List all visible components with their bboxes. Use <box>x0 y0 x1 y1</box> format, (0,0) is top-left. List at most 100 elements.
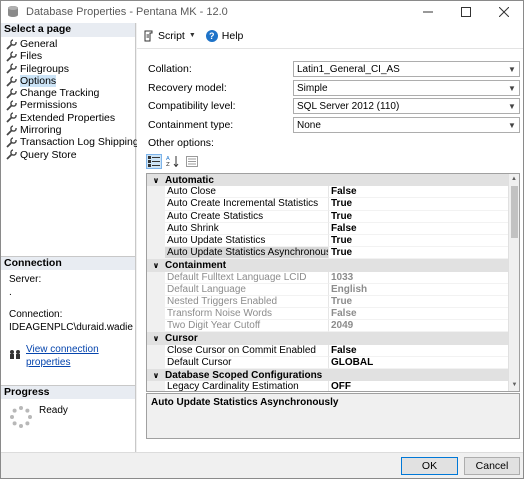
property-name: Auto Create Statistics <box>165 210 329 223</box>
ok-button[interactable]: OK <box>401 457 458 475</box>
page-item-general[interactable]: General <box>6 38 135 50</box>
property-name: Auto Shrink <box>165 222 329 235</box>
property-row[interactable]: Auto Close False <box>147 186 509 199</box>
property-row[interactable]: Legacy Cardinality Estimation OFF <box>147 381 509 391</box>
property-grid-rows: ∨ Automatic Auto Close False Auto Create Inc… <box>147 174 509 391</box>
scroll-up-icon[interactable]: ▲ <box>509 174 519 185</box>
category-row[interactable]: ∨ Automatic <box>147 174 509 187</box>
property-value[interactable]: True <box>329 210 509 223</box>
row-gutter <box>147 234 165 248</box>
collapse-icon[interactable]: ∨ <box>147 371 165 380</box>
property-row[interactable]: Two Digit Year Cutoff 2049 <box>147 320 509 333</box>
page-item-extended-properties[interactable]: Extended Properties <box>6 112 135 124</box>
help-label: Help <box>221 29 244 42</box>
property-grid-scrollbar[interactable]: ▲ ▼ <box>508 174 519 391</box>
property-value[interactable]: True <box>329 198 509 211</box>
scroll-thumb[interactable] <box>511 186 518 238</box>
page-item-query-store[interactable]: Query Store <box>6 149 135 161</box>
category-row[interactable]: ∨ Database Scoped Configurations <box>147 369 509 382</box>
property-row[interactable]: Auto Update Statistics True <box>147 234 509 248</box>
collapse-icon[interactable]: ∨ <box>147 261 165 270</box>
containment-type-dropdown[interactable]: None ▼ <box>293 117 520 133</box>
script-button[interactable]: Script ▼ <box>143 30 196 42</box>
wrench-icon <box>6 63 17 74</box>
scroll-down-icon[interactable]: ▼ <box>509 380 519 391</box>
chevron-down-icon: ▼ <box>508 83 516 93</box>
collapse-icon[interactable]: ∨ <box>147 334 165 343</box>
property-value[interactable]: English <box>329 283 509 296</box>
collation-dropdown[interactable]: Latin1_General_CI_AS ▼ <box>293 61 520 77</box>
chevron-down-icon: ▼ <box>508 120 516 130</box>
property-row[interactable]: Transform Noise Words False <box>147 308 509 321</box>
categorized-view-button[interactable] <box>146 153 162 169</box>
grid-toolbar: AZ <box>146 153 203 169</box>
property-name: Auto Close <box>165 186 329 199</box>
progress-spinner-icon <box>9 405 33 429</box>
page-item-mirroring[interactable]: Mirroring <box>6 124 135 136</box>
category-name: Automatic <box>165 174 214 186</box>
property-value[interactable]: OFF <box>329 381 509 391</box>
categorized-icon <box>148 155 160 167</box>
alphabetical-sort-button[interactable]: AZ <box>165 154 181 169</box>
row-gutter <box>147 198 165 211</box>
property-value[interactable]: 2049 <box>329 320 509 333</box>
maximize-button[interactable] <box>447 1 485 23</box>
property-row[interactable]: Auto Shrink False <box>147 222 509 235</box>
property-row[interactable]: Auto Create Statistics True <box>147 210 509 223</box>
page-item-options[interactable]: Options <box>6 74 135 88</box>
property-value[interactable]: False <box>329 186 509 199</box>
property-value[interactable]: False <box>329 344 509 357</box>
category-row[interactable]: ∨ Containment <box>147 259 509 272</box>
row-gutter <box>147 271 165 284</box>
recovery-model-dropdown[interactable]: Simple ▼ <box>293 80 520 96</box>
page-list: General Files Filegroups Options Change Trac… <box>1 37 139 161</box>
select-page-header: Select a page <box>1 23 135 37</box>
connection-header: Connection <box>1 256 135 270</box>
page-item-permissions[interactable]: Permissions <box>6 99 135 111</box>
page-item-transaction-log-shipping[interactable]: Transaction Log Shipping <box>6 136 139 148</box>
row-gutter <box>147 186 165 199</box>
property-value[interactable]: False <box>329 222 509 235</box>
page-item-change-tracking[interactable]: Change Tracking <box>6 87 135 99</box>
property-name: Two Digit Year Cutoff <box>165 320 329 333</box>
minimize-button[interactable] <box>409 1 447 23</box>
chevron-down-icon: ▼ <box>188 32 196 39</box>
collation-row: Collation: Latin1_General_CI_AS ▼ <box>148 61 520 77</box>
cancel-button[interactable]: Cancel <box>464 457 520 475</box>
connection-label: Connection: <box>9 309 63 320</box>
property-value[interactable]: True <box>329 295 509 309</box>
property-value[interactable]: 1033 <box>329 271 509 284</box>
property-row[interactable]: Auto Update Statistics Asynchronously Tru… <box>147 247 509 260</box>
property-row[interactable]: Default Cursor GLOBAL <box>147 356 509 369</box>
property-row[interactable]: Close Cursor on Commit Enabled False <box>147 344 509 357</box>
property-value[interactable]: False <box>329 308 509 321</box>
property-value[interactable]: GLOBAL <box>329 356 509 369</box>
page-item-label: Query Store <box>20 148 77 161</box>
property-name: Nested Triggers Enabled <box>165 295 329 309</box>
property-value[interactable]: True <box>329 234 509 248</box>
page-item-files[interactable]: Files <box>6 50 135 62</box>
help-button[interactable]: ? Help <box>205 29 244 42</box>
property-pages-button[interactable] <box>184 154 200 169</box>
property-value[interactable]: True <box>329 247 509 260</box>
server-value: . <box>9 286 12 298</box>
page-item-label: Permissions <box>20 99 78 112</box>
page-item-label: Transaction Log Shipping <box>20 136 139 149</box>
page-item-filegroups[interactable]: Filegroups <box>6 63 135 75</box>
property-grid: ∨ Automatic Auto Close False Auto Create Inc… <box>146 173 520 392</box>
chevron-down-icon: ▼ <box>508 64 516 74</box>
collapse-icon[interactable]: ∨ <box>147 176 165 185</box>
compatibility-level-row: Compatibility level: SQL Server 2012 (11… <box>148 98 520 114</box>
page-item-label: Change Tracking <box>20 87 100 100</box>
property-name: Close Cursor on Commit Enabled <box>165 344 329 357</box>
category-row[interactable]: ∨ Cursor <box>147 332 509 345</box>
page-item-label: Files <box>20 50 43 63</box>
property-row[interactable]: Auto Create Incremental Statistics True <box>147 198 509 211</box>
view-connection-properties-link[interactable]: View connection properties <box>26 344 127 369</box>
progress-header: Progress <box>1 385 135 399</box>
close-button[interactable] <box>485 1 523 23</box>
property-row[interactable]: Default Fulltext Language LCID 1033 <box>147 271 509 284</box>
property-row[interactable]: Default Language English <box>147 283 509 296</box>
compatibility-level-dropdown[interactable]: SQL Server 2012 (110) ▼ <box>293 98 520 114</box>
property-row[interactable]: Nested Triggers Enabled True <box>147 295 509 309</box>
